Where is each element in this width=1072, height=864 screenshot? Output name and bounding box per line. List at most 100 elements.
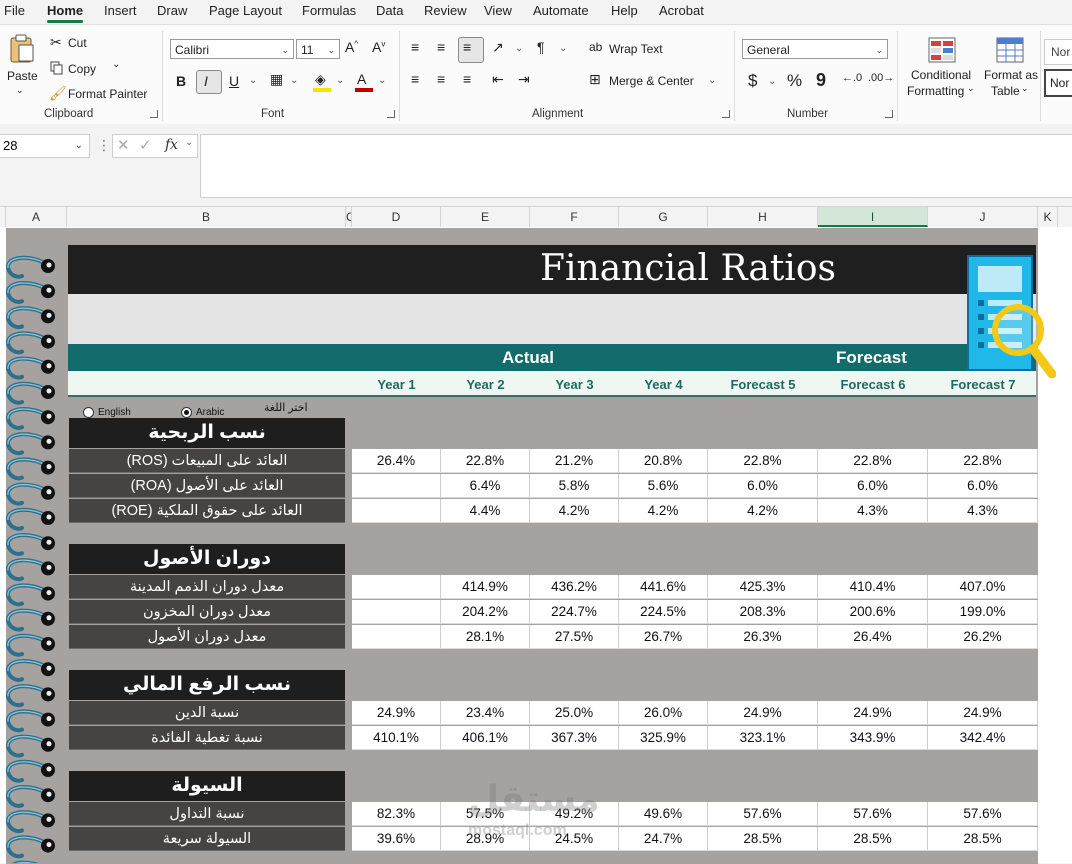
font-name-dropdown[interactable]: Calibri⌄ xyxy=(170,39,294,59)
ratio-value-cell[interactable]: 441.6% xyxy=(619,575,708,599)
ratio-value-cell[interactable]: 26.4% xyxy=(818,625,928,649)
orientation-icon[interactable]: ↗ xyxy=(492,39,504,56)
ratio-value-cell[interactable]: 24.9% xyxy=(928,701,1038,725)
column-header-e[interactable]: E xyxy=(441,207,530,227)
align-top-icon[interactable]: ≡ xyxy=(411,39,419,55)
ratio-value-cell[interactable]: 407.0% xyxy=(928,575,1038,599)
enter-icon[interactable]: ✓ xyxy=(139,136,152,154)
ratio-value-cell[interactable]: 28.5% xyxy=(708,827,818,851)
ratio-label[interactable]: معدل دوران المخزون xyxy=(69,600,345,624)
percent-button[interactable]: % xyxy=(787,71,802,91)
font-launcher-icon[interactable] xyxy=(387,110,395,118)
conditional-formatting-label-1[interactable]: Conditional xyxy=(911,68,971,82)
ratio-value-cell[interactable] xyxy=(352,474,441,498)
ratio-label[interactable]: معدل دوران الأصول xyxy=(69,625,345,649)
column-header-a[interactable]: A xyxy=(6,207,67,227)
ratio-value-cell[interactable]: 436.2% xyxy=(530,575,619,599)
ratio-value-cell[interactable]: 342.4% xyxy=(928,726,1038,750)
column-header-f[interactable]: F xyxy=(530,207,619,227)
ratio-value-cell[interactable]: 27.5% xyxy=(530,625,619,649)
menu-file[interactable]: File xyxy=(4,3,25,18)
insert-function-icon[interactable]: fx xyxy=(165,137,178,153)
ratio-label[interactable]: السيولة سريعة xyxy=(69,827,345,851)
increase-font-icon[interactable]: A^ xyxy=(345,39,358,55)
ratio-value-cell[interactable]: 200.6% xyxy=(818,600,928,624)
menu-formulas[interactable]: Formulas xyxy=(302,3,356,18)
ratio-label[interactable]: نسبة الدين xyxy=(69,701,345,725)
alignment-launcher-icon[interactable] xyxy=(722,110,730,118)
ratio-value-cell[interactable]: 22.8% xyxy=(818,449,928,473)
ratio-value-cell[interactable]: 23.4% xyxy=(441,701,530,725)
cell-style-normal[interactable]: Nor xyxy=(1044,39,1072,65)
ratio-value-cell[interactable]: 22.8% xyxy=(441,449,530,473)
ratio-value-cell[interactable]: 4.4% xyxy=(441,499,530,523)
paste-button[interactable]: Paste xyxy=(7,69,38,83)
ratio-value-cell[interactable]: 414.9% xyxy=(441,575,530,599)
column-header-b[interactable]: B xyxy=(67,207,346,227)
ratio-value-cell[interactable] xyxy=(352,625,441,649)
ratio-label[interactable]: العائد على الأصول (ROA) xyxy=(69,474,345,498)
font-color-chevron-icon[interactable]: ⌄ xyxy=(378,75,386,86)
ratio-value-cell[interactable]: 28.1% xyxy=(441,625,530,649)
ratio-value-cell[interactable]: 24.7% xyxy=(619,827,708,851)
conditional-formatting-label-2[interactable]: Formatting xyxy=(907,84,964,98)
ratio-value-cell[interactable]: 24.9% xyxy=(818,701,928,725)
orientation-chevron-icon[interactable]: ⌄ xyxy=(515,43,523,54)
number-format-dropdown[interactable]: General⌄ xyxy=(742,39,888,59)
direction-chevron-icon[interactable]: ⌄ xyxy=(559,43,567,54)
align-middle-icon[interactable]: ≡ xyxy=(437,39,445,55)
decrease-decimal-icon[interactable]: .00→ xyxy=(868,72,894,84)
ratio-value-cell[interactable]: 21.2% xyxy=(530,449,619,473)
ratio-value-cell[interactable]: 406.1% xyxy=(441,726,530,750)
ratio-value-cell[interactable]: 20.8% xyxy=(619,449,708,473)
conditional-formatting-icon[interactable] xyxy=(928,37,956,63)
ratio-value-cell[interactable]: 6.0% xyxy=(928,474,1038,498)
copy-button[interactable]: Copy xyxy=(68,62,96,76)
merge-chevron-icon[interactable]: ⌄ xyxy=(708,75,716,86)
merge-center-icon[interactable]: ⊞ xyxy=(589,71,601,88)
increase-indent-icon[interactable]: ⇥ xyxy=(518,71,530,88)
name-box-chevron-icon[interactable]: ⌄ xyxy=(75,135,83,157)
ratio-value-cell[interactable]: 199.0% xyxy=(928,600,1038,624)
underline-chevron-icon[interactable]: ⌄ xyxy=(249,75,257,86)
column-header-j[interactable]: J xyxy=(928,207,1038,227)
menu-automate[interactable]: Automate xyxy=(533,3,589,18)
currency-chevron-icon[interactable]: ⌄ xyxy=(768,76,776,87)
clipboard-launcher-icon[interactable] xyxy=(150,110,158,118)
lang-english-radio[interactable] xyxy=(83,407,94,418)
format-painter-button[interactable]: Format Painter xyxy=(68,87,147,101)
ratio-value-cell[interactable]: 208.3% xyxy=(708,600,818,624)
ratio-value-cell[interactable]: 4.2% xyxy=(619,499,708,523)
ratio-value-cell[interactable]: 4.3% xyxy=(928,499,1038,523)
copy-icon[interactable] xyxy=(50,61,64,75)
ratio-value-cell[interactable]: 26.2% xyxy=(928,625,1038,649)
column-header-d[interactable]: D xyxy=(352,207,441,227)
increase-decimal-icon[interactable]: ←.0 xyxy=(842,72,862,84)
cut-button[interactable]: Cut xyxy=(68,36,87,50)
currency-button[interactable]: $ xyxy=(748,71,757,91)
font-size-dropdown[interactable]: 11⌄ xyxy=(296,39,340,59)
ratio-value-cell[interactable]: 410.4% xyxy=(818,575,928,599)
ratio-label[interactable]: معدل دوران الذمم المدينة xyxy=(69,575,345,599)
ratio-value-cell[interactable]: 26.7% xyxy=(619,625,708,649)
comma-style-button[interactable]: 9 xyxy=(816,70,826,91)
borders-chevron-icon[interactable]: ⌄ xyxy=(290,75,298,86)
menu-view[interactable]: View xyxy=(484,3,512,18)
menu-insert[interactable]: Insert xyxy=(104,3,137,18)
borders-icon[interactable]: ▦ xyxy=(270,71,283,88)
ratio-value-cell[interactable]: 24.9% xyxy=(708,701,818,725)
ratio-value-cell[interactable]: 5.6% xyxy=(619,474,708,498)
column-header-i[interactable]: I xyxy=(818,207,928,227)
wrap-text-icon[interactable]: ab xyxy=(589,40,602,54)
ratio-value-cell[interactable]: 26.4% xyxy=(352,449,441,473)
menu-data[interactable]: Data xyxy=(376,3,403,18)
align-bottom-icon[interactable]: ≡ xyxy=(463,39,471,55)
ratio-label[interactable]: نسبة التداول xyxy=(69,802,345,826)
ratio-value-cell[interactable]: 224.5% xyxy=(619,600,708,624)
ratio-value-cell[interactable]: 323.1% xyxy=(708,726,818,750)
ratio-value-cell[interactable]: 39.6% xyxy=(352,827,441,851)
menu-page-layout[interactable]: Page Layout xyxy=(209,3,282,18)
ratio-value-cell[interactable]: 224.7% xyxy=(530,600,619,624)
ratio-value-cell[interactable]: 204.2% xyxy=(441,600,530,624)
format-painter-icon[interactable]: 🖌 xyxy=(49,85,67,102)
